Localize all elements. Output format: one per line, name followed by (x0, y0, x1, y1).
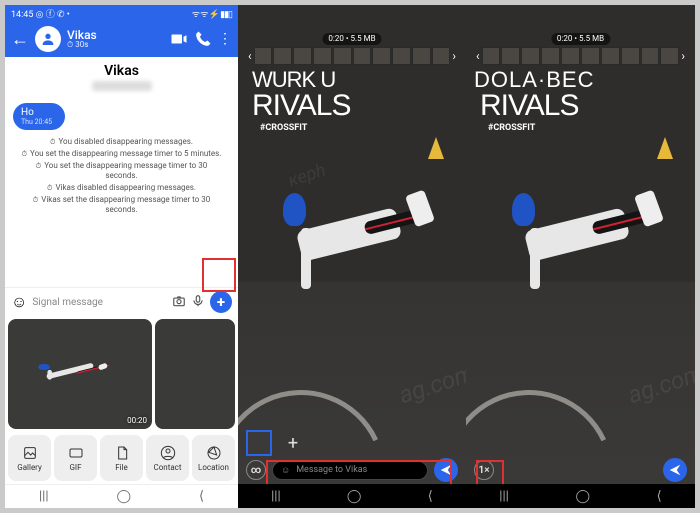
selected-media-row: + (246, 430, 306, 456)
attachment-row: Gallery GIF File Contact Location (5, 432, 238, 484)
watermark: ag.com (625, 359, 695, 410)
nav-back-icon[interactable]: ⟨ (199, 489, 204, 504)
message-bubble[interactable]: Ho Thu 20:45 (13, 103, 65, 130)
send-button[interactable] (663, 458, 687, 482)
nav-home-icon[interactable]: ◯ (575, 489, 590, 504)
trim-strip[interactable]: ‹ › (474, 47, 687, 65)
video-info-pill: 0:20 • 5.5 MB (322, 33, 381, 45)
attach-contact[interactable]: Contact (146, 435, 189, 481)
wall-text: RIVALS (252, 89, 351, 123)
selected-thumb[interactable] (246, 430, 272, 456)
add-media-button[interactable]: + (280, 430, 306, 456)
thumb-duration: 00:20 (127, 416, 147, 425)
trim-left-icon[interactable]: ‹ (246, 49, 254, 63)
disappearing-timer: ⏱ 30s (67, 41, 164, 49)
attach-plus-button[interactable]: + (210, 291, 232, 313)
nav-back-icon[interactable]: ⟨ (428, 489, 433, 504)
system-message: You set the disappearing message timer t… (5, 148, 238, 160)
trim-right-icon[interactable]: › (679, 49, 687, 63)
status-bar: 14:45 ◎ ⓕ ✆ • ᯤ ᯤ ⚡ ▮▮▯ (5, 5, 238, 21)
wall-text: RIVALS (480, 89, 579, 123)
attach-gif[interactable]: GIF (54, 435, 97, 481)
view-toggle-icon[interactable]: ∞ (246, 460, 266, 480)
hashtag: #CROSSFIT (488, 123, 535, 133)
kebab-icon[interactable]: ⋮ (218, 31, 232, 47)
trim-right-icon[interactable]: › (450, 49, 458, 63)
attach-file[interactable]: File (100, 435, 143, 481)
nav-back-icon[interactable]: ⟨ (657, 489, 662, 504)
nav-recents-icon[interactable]: ||| (39, 489, 49, 504)
video-subject (493, 186, 658, 297)
avatar[interactable] (35, 26, 61, 52)
voice-call-icon[interactable] (194, 30, 212, 48)
chat-screen: 14:45 ◎ ⓕ ✆ • ᯤ ᯤ ⚡ ▮▮▯ ← Vikas ⏱ 30s ⋮ … (5, 5, 238, 508)
system-message: You disabled disappearing messages. (5, 136, 238, 148)
nav-recents-icon[interactable]: ||| (499, 489, 509, 504)
caption-row: 1× (474, 458, 687, 482)
android-nav: ||| ◯ ⟨ (5, 484, 238, 508)
video-info-pill: 0:20 • 5.5 MB (551, 33, 610, 45)
chat-header: ← Vikas ⏱ 30s ⋮ (5, 21, 238, 57)
sticker-icon[interactable]: ☺ (281, 465, 290, 476)
mic-icon[interactable] (191, 293, 205, 312)
video-trim-screen-viewonce: DOLA·BEC RIVALS #CROSSFIT ag.com 0:20 • … (466, 5, 695, 508)
nav-home-icon[interactable]: ◯ (347, 489, 362, 504)
cone-prop (428, 137, 444, 159)
cone-prop (657, 137, 673, 159)
video-subject (265, 186, 429, 297)
caption-input[interactable]: ☺Message to Vikas (272, 461, 428, 480)
hashtag: #CROSSFIT (260, 123, 307, 133)
system-message: You set the disappearing message timer t… (5, 160, 238, 182)
video-call-icon[interactable] (170, 30, 188, 48)
watermark: ag.com (396, 359, 466, 410)
message-input[interactable]: Signal message (32, 297, 167, 308)
media-thumbnails: 00:20 (5, 316, 238, 432)
send-button[interactable] (434, 458, 458, 482)
compose-bar: ☺ Signal message + (5, 287, 238, 316)
attach-gallery[interactable]: Gallery (8, 435, 51, 481)
nav-home-icon[interactable]: ◯ (116, 489, 131, 504)
attach-location[interactable]: Location (192, 435, 235, 481)
system-message: Vikas set the disappearing message timer… (5, 194, 238, 216)
trim-strip[interactable]: ‹ › (246, 47, 458, 65)
android-nav: ||| ◯ ⟨ (238, 484, 466, 508)
view-once-icon[interactable]: 1× (474, 460, 494, 480)
video-trim-screen: WURK U RIVALS #CROSSFIT ag.com керh 0:20… (238, 5, 466, 508)
media-thumb[interactable] (155, 319, 235, 429)
trim-left-icon[interactable]: ‹ (474, 49, 482, 63)
system-message: Vikas disabled disappearing messages. (5, 182, 238, 194)
android-nav: ||| ◯ ⟨ (466, 484, 695, 508)
caption-row: ∞ ☺Message to Vikas (246, 458, 458, 482)
blurred-subtitle (92, 81, 152, 91)
nav-recents-icon[interactable]: ||| (271, 489, 281, 504)
page-title: Vikas (5, 57, 238, 79)
media-thumb-video[interactable]: 00:20 (8, 319, 152, 429)
camera-icon[interactable] (172, 293, 186, 312)
back-icon[interactable]: ← (11, 29, 29, 50)
emoji-icon[interactable]: ☺ (11, 292, 27, 312)
